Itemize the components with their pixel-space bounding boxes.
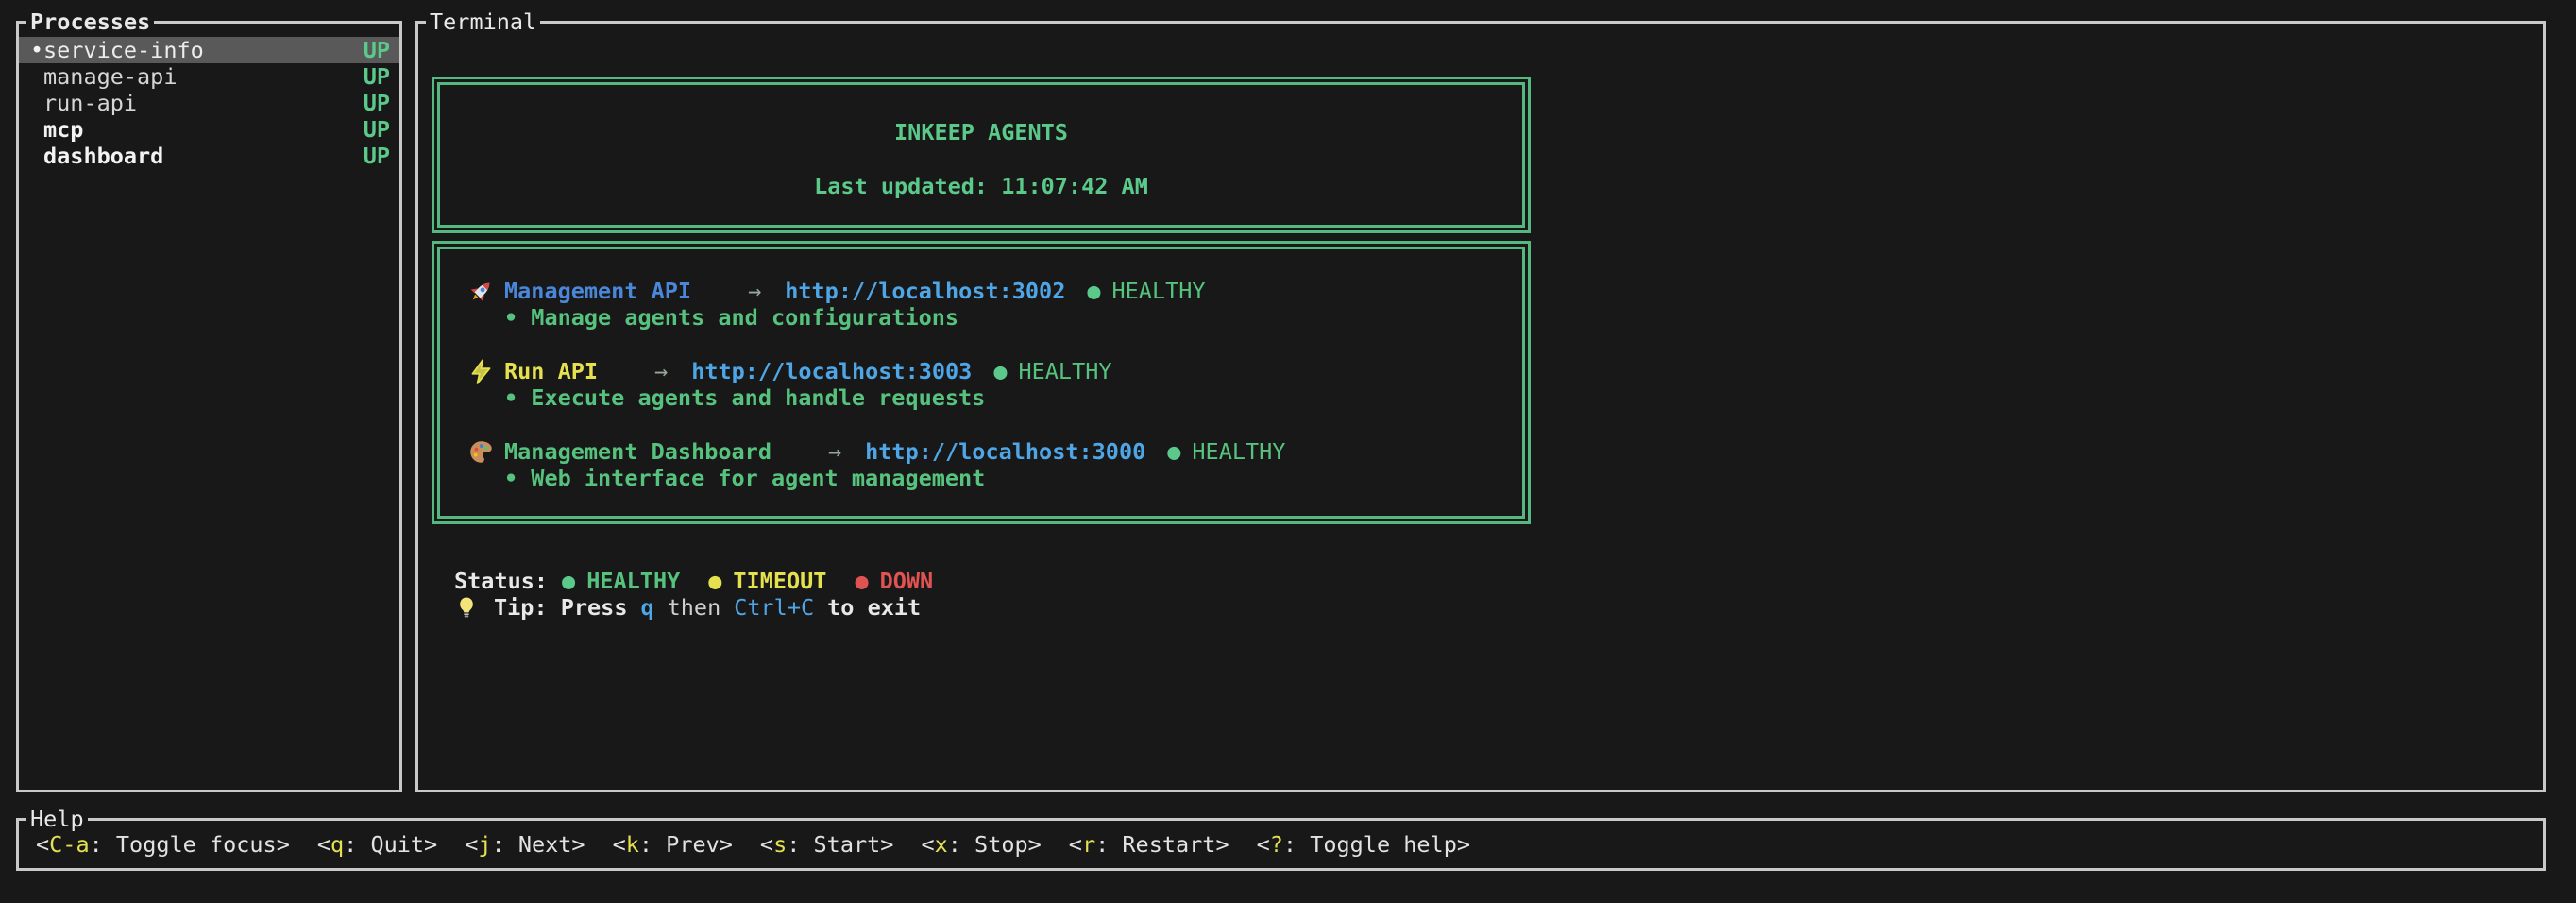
status-badge: UP xyxy=(364,143,390,169)
status-badge: UP xyxy=(364,90,390,116)
service-name: Run API xyxy=(504,358,598,384)
legend-text: TIMEOUT xyxy=(733,568,826,594)
process-name: mcp xyxy=(43,116,364,143)
last-updated-text: Last updated: 11:07:42 AM xyxy=(440,173,1522,199)
help-shortcuts: <C-a: Toggle focus> <q: Quit> <j: Next> … xyxy=(19,821,2543,858)
terminal-panel-title: Terminal xyxy=(426,9,540,35)
tip-text: Tip: Press xyxy=(494,594,627,621)
process-row-manage-api[interactable]: manage-api UP xyxy=(19,63,399,90)
process-name: service-info xyxy=(43,37,364,63)
service-url[interactable]: http://localhost:3002 xyxy=(785,278,1065,304)
health-dot: ● xyxy=(1167,438,1180,465)
tip-key-q: q xyxy=(640,594,653,621)
palette-icon xyxy=(466,438,495,465)
service-management-api: Management API → http://localhost:3002 ●… xyxy=(466,278,1522,331)
processes-panel-title: Processes xyxy=(26,9,154,35)
process-row-service-info[interactable]: • service-info UP xyxy=(19,37,399,63)
shortcut-toggle-focus: <C-a: Toggle focus> xyxy=(36,831,290,858)
service-description: • Manage agents and configurations xyxy=(466,304,1522,331)
process-name: manage-api xyxy=(43,63,364,90)
service-management-dashboard: Management Dashboard → http://localhost:… xyxy=(466,438,1522,491)
processes-panel: Processes • service-info UP manage-api U… xyxy=(16,21,402,792)
shortcut-quit: <q: Quit> xyxy=(317,831,437,858)
tip-text: to exit xyxy=(827,594,921,621)
process-name: dashboard xyxy=(43,143,364,169)
service-url[interactable]: http://localhost:3000 xyxy=(865,438,1145,465)
shortcut-restart: <r: Restart> xyxy=(1069,831,1229,858)
health-status: HEALTHY xyxy=(1112,278,1206,304)
legend-label: Status: xyxy=(454,568,548,594)
legend-entry-healthy: ● HEALTHY xyxy=(562,568,680,594)
process-row-dashboard[interactable]: dashboard UP xyxy=(19,143,399,169)
shortcut-stop: <x: Stop> xyxy=(921,831,1041,858)
key-hint: k xyxy=(626,831,639,858)
shortcut-start: <s: Start> xyxy=(760,831,894,858)
rocket-icon xyxy=(466,278,495,304)
health-dot: ● xyxy=(1087,278,1100,304)
process-row-mcp[interactable]: mcp UP xyxy=(19,116,399,143)
selected-marker: • xyxy=(30,37,43,63)
legend-entry-timeout: ● TIMEOUT xyxy=(708,568,826,594)
status-legend: Status: ● HEALTHY ● TIMEOUT ● DOWN xyxy=(454,568,961,594)
shortcut-toggle-help: <?: Toggle help> xyxy=(1257,831,1470,858)
status-badge: UP xyxy=(364,116,390,143)
health-status: HEALTHY xyxy=(1192,438,1285,465)
healthy-dot-icon: ● xyxy=(562,568,575,594)
key-hint: q xyxy=(330,831,344,858)
status-badge: UP xyxy=(364,63,390,90)
arrow-icon: → xyxy=(828,438,841,465)
key-hint: ? xyxy=(1270,831,1283,858)
app-root: Processes • service-info UP manage-api U… xyxy=(0,0,2576,903)
service-name: Management Dashboard xyxy=(504,438,771,465)
service-name: Management API xyxy=(504,278,691,304)
key-hint: j xyxy=(478,831,491,858)
legend-text: HEALTHY xyxy=(586,568,680,594)
help-panel-title: Help xyxy=(26,806,88,832)
terminal-panel: Terminal INKEEP AGENTS Last updated: 11:… xyxy=(415,21,2546,792)
arrow-icon: → xyxy=(654,358,668,384)
bulb-icon xyxy=(454,594,479,621)
help-panel: Help <C-a: Toggle focus> <q: Quit> <j: N… xyxy=(16,818,2546,871)
services-box: Management API → http://localhost:3002 ●… xyxy=(432,241,1531,524)
key-hint: s xyxy=(773,831,787,858)
shortcut-next: <j: Next> xyxy=(465,831,585,858)
tip-text: then xyxy=(668,594,721,621)
timeout-dot-icon: ● xyxy=(708,568,721,594)
process-row-run-api[interactable]: run-api UP xyxy=(19,90,399,116)
service-description: • Execute agents and handle requests xyxy=(466,384,1522,411)
down-dot-icon: ● xyxy=(855,568,868,594)
service-description: • Web interface for agent management xyxy=(466,465,1522,491)
key-hint: x xyxy=(935,831,948,858)
status-badge: UP xyxy=(364,37,390,63)
key-hint: r xyxy=(1082,831,1095,858)
zap-icon xyxy=(466,358,495,384)
process-name: run-api xyxy=(43,90,364,116)
tip-key-ctrl-c: Ctrl+C xyxy=(734,594,814,621)
service-run-api: Run API → http://localhost:3003 ● HEALTH… xyxy=(466,358,1522,411)
process-list: • service-info UP manage-api UP run-api … xyxy=(19,24,399,169)
arrow-icon: → xyxy=(748,278,761,304)
health-dot: ● xyxy=(993,358,1007,384)
health-status: HEALTHY xyxy=(1018,358,1111,384)
banner-box: INKEEP AGENTS Last updated: 11:07:42 AM xyxy=(432,77,1531,233)
legend-entry-down: ● DOWN xyxy=(855,568,933,594)
banner-title: INKEEP AGENTS xyxy=(440,119,1522,145)
key-hint: C-a xyxy=(49,831,89,858)
service-url[interactable]: http://localhost:3003 xyxy=(691,358,972,384)
shortcut-prev: <k: Prev> xyxy=(613,831,733,858)
tip-line: Tip: Press q then Ctrl+C to exit xyxy=(454,594,921,621)
legend-text: DOWN xyxy=(880,568,934,594)
